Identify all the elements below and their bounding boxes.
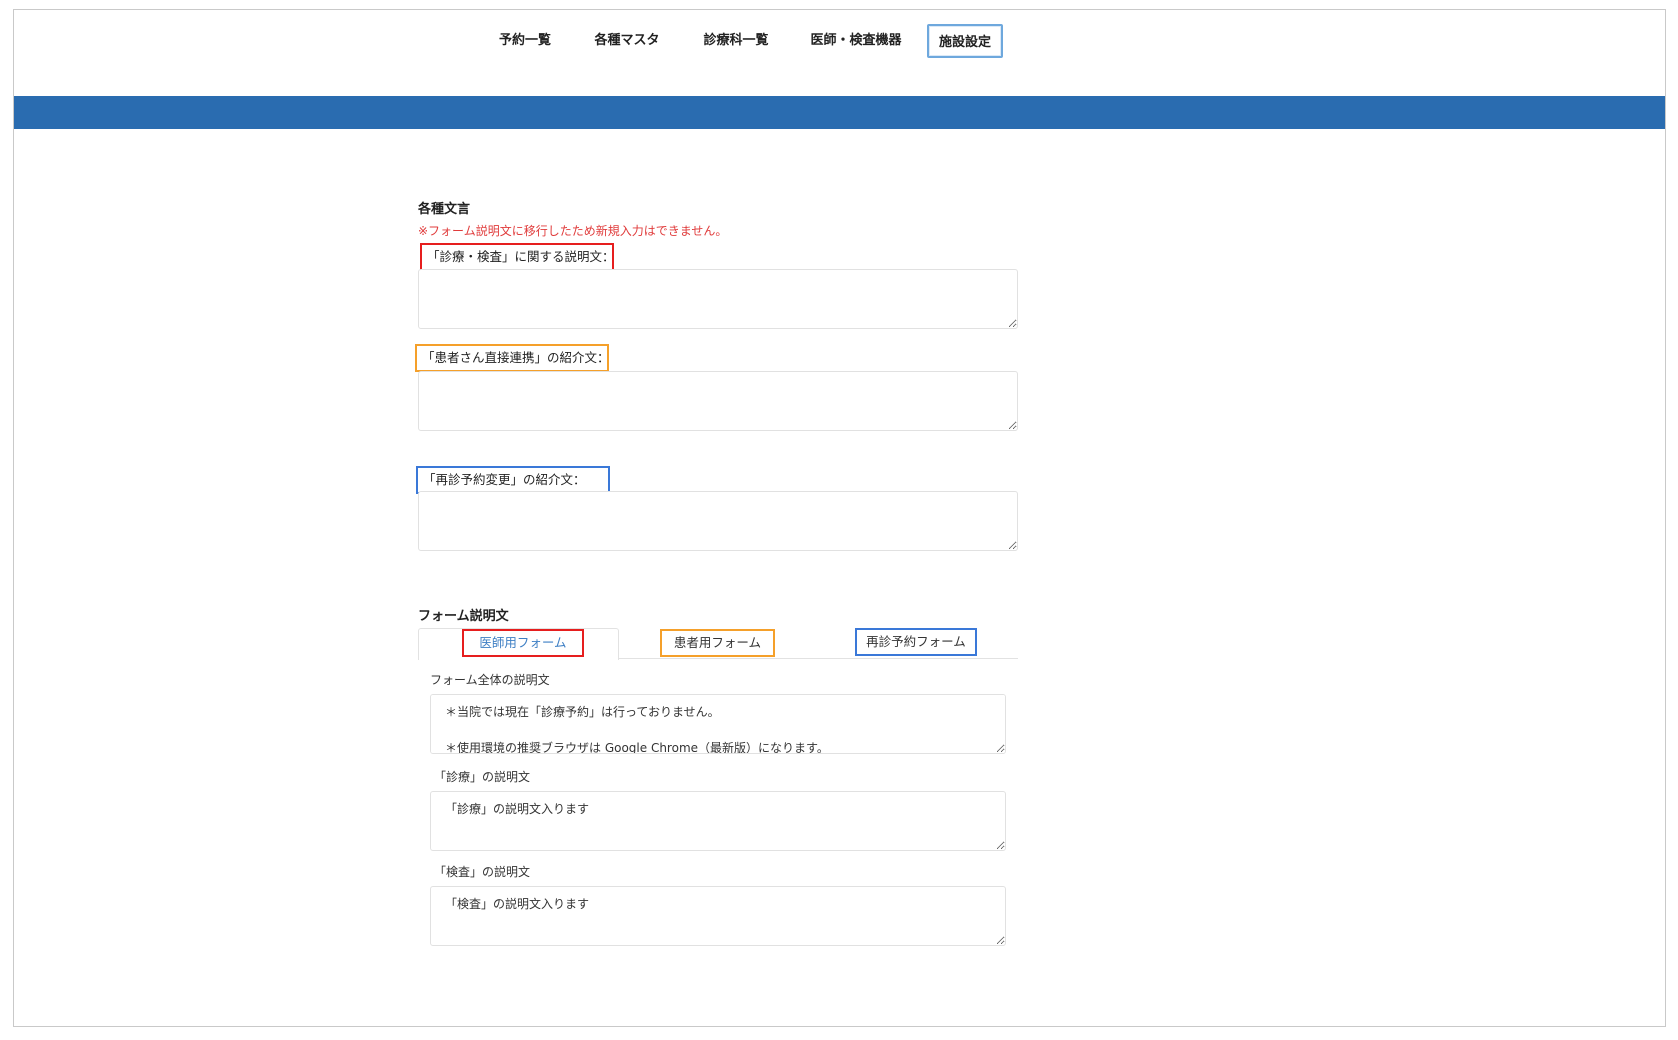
messages-heading: 各種文言 xyxy=(418,202,471,217)
tab-patient-form[interactable]: 患者用フォーム xyxy=(660,629,775,657)
nav-facility-settings[interactable]: 施設設定 xyxy=(927,24,1003,58)
overall-description-textarea[interactable]: ＊当院では現在「診療予約」は行っておりません。 ＊使用環境の推奨ブラウザは Go… xyxy=(430,694,1006,754)
exam-form-description-label: 「検査」の説明文 xyxy=(434,865,531,879)
nav-reservations[interactable]: 予約一覧 xyxy=(490,24,560,58)
tab-doctor-form[interactable]: 医師用フォーム xyxy=(462,629,584,657)
overall-description-label: フォーム全体の説明文 xyxy=(430,673,550,687)
consultation-description-textarea[interactable]: 「診療」の説明文入ります xyxy=(430,791,1006,851)
patient-link-intro-label: 「患者さん直接連携」の紹介文： xyxy=(415,344,610,372)
nav-doctors-equipment[interactable]: 医師・検査機器 xyxy=(803,24,909,58)
top-navigation: 予約一覧 各種マスタ 診療科一覧 医師・検査機器 施設設定 xyxy=(14,10,1665,96)
patient-link-intro-textarea[interactable] xyxy=(418,371,1018,431)
revisit-change-intro-textarea[interactable] xyxy=(418,491,1018,551)
form-description-heading: フォーム説明文 xyxy=(418,609,509,624)
nav-masters[interactable]: 各種マスタ xyxy=(584,24,670,58)
exam-description-textarea[interactable] xyxy=(418,269,1018,329)
exam-form-description-textarea[interactable]: 「検査」の説明文入ります xyxy=(430,886,1006,946)
migration-notice: ※フォーム説明文に移行したため新規入力はできません。 xyxy=(418,224,728,238)
header-band xyxy=(14,96,1665,129)
tab-revisit-form[interactable]: 再診予約フォーム xyxy=(855,628,977,656)
browser-frame: 予約一覧 各種マスタ 診療科一覧 医師・検査機器 施設設定 各種文言 ※フォーム… xyxy=(13,9,1666,1027)
nav-departments[interactable]: 診療科一覧 xyxy=(694,24,778,58)
consultation-description-label: 「診療」の説明文 xyxy=(434,770,531,784)
exam-description-label: 「診療・検査」に関する説明文： xyxy=(420,243,615,271)
revisit-change-intro-label: 「再診予約変更」の紹介文： xyxy=(416,466,610,494)
